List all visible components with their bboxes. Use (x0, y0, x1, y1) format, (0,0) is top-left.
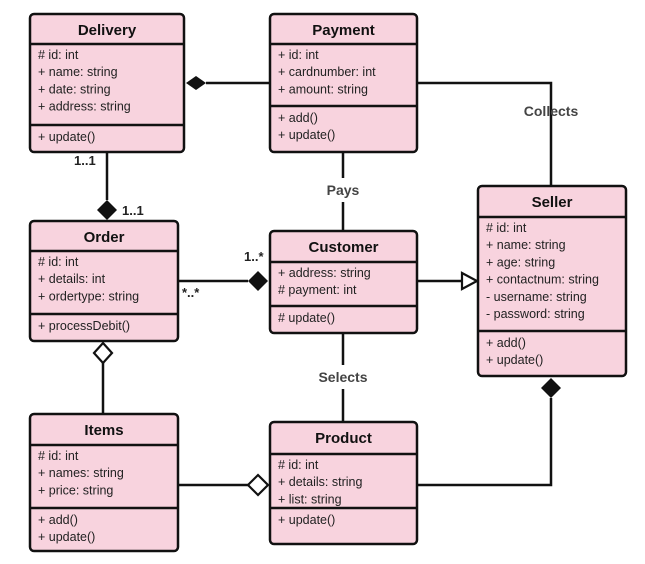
class-attribute: + cardnumber: int (278, 65, 376, 79)
generalization-triangle-icon (460, 271, 480, 291)
class-boxes: Delivery # id: int + name: string + date: s… (28, 12, 628, 553)
class-name: Order (84, 229, 125, 246)
payment-seller-line (417, 81, 553, 186)
class-attribute: # payment: int (278, 283, 357, 297)
product-seller-line (417, 398, 553, 487)
class-attribute: - username: string (486, 290, 587, 304)
class-method: + add() (486, 336, 526, 350)
class-attribute: + price: string (38, 483, 113, 497)
class-payment[interactable]: Payment + id: int + cardnumber: int + amoun… (268, 12, 419, 154)
class-attribute: + details: string (278, 475, 362, 489)
class-attribute: + names: string (38, 466, 124, 480)
class-order[interactable]: Order # id: int + details: int + ordertype:… (28, 219, 180, 343)
class-product[interactable]: Product # id: int + details: string + list:… (268, 420, 419, 546)
class-attribute: + address: string (38, 100, 131, 114)
class-name: Payment (312, 22, 375, 39)
composition-diamond-icon (541, 378, 561, 398)
composition-diamond-icon (97, 200, 117, 220)
uml-class-diagram: Collects Pays Selects 1..1 1..1 *..* 1..… (28, 12, 628, 553)
label-collects: Collects (524, 103, 579, 119)
class-attribute: + address: string (278, 266, 371, 280)
class-seller[interactable]: Seller # id: int + name: string + age: stri… (476, 184, 628, 378)
class-delivery[interactable]: Delivery # id: int + name: string + date: s… (28, 12, 186, 154)
class-method: + processDebit() (38, 319, 130, 333)
class-attribute: # id: int (486, 221, 527, 235)
class-name: Delivery (78, 22, 137, 39)
class-attribute: + amount: string (278, 82, 368, 96)
multiplicity-order: 1..1 (122, 203, 144, 218)
class-name: Customer (308, 239, 378, 256)
aggregation-diamond-icon (92, 341, 114, 365)
class-method: # update() (278, 311, 335, 325)
class-method: + update() (486, 353, 543, 367)
class-attribute: + details: int (38, 272, 106, 286)
class-attribute: + id: int (278, 48, 319, 62)
class-method: + add() (38, 513, 78, 527)
aggregation-diamond-icon (246, 473, 270, 497)
class-attribute: # id: int (38, 48, 79, 62)
class-attribute: + age: string (486, 255, 555, 269)
class-method: + add() (278, 111, 318, 125)
composition-diamond-icon (248, 271, 268, 291)
multiplicity-delivery: 1..1 (74, 153, 96, 168)
class-name: Seller (532, 194, 573, 211)
class-method: + update() (38, 130, 95, 144)
class-attribute: + date: string (38, 82, 111, 96)
class-attribute: - password: string (486, 307, 585, 321)
class-attribute: # id: int (38, 449, 79, 463)
composition-diamond-icon (186, 76, 206, 90)
multiplicity-order-customer: *..* (182, 285, 200, 300)
class-attribute: # id: int (38, 255, 79, 269)
class-method: + update() (38, 530, 95, 544)
class-method: + update() (278, 128, 335, 142)
class-attribute: + name: string (38, 65, 118, 79)
class-attribute: + list: string (278, 492, 342, 506)
label-pays: Pays (327, 182, 360, 198)
class-name: Product (315, 430, 372, 447)
class-attribute: + contactnum: string (486, 273, 599, 287)
class-attribute: + ordertype: string (38, 289, 139, 303)
class-method: + update() (278, 513, 335, 527)
class-attribute: # id: int (278, 458, 319, 472)
class-customer[interactable]: Customer + address: string # payment: int #… (268, 229, 419, 335)
label-selects: Selects (318, 369, 367, 385)
class-items[interactable]: Items # id: int + names: string + price: st… (28, 412, 180, 553)
class-name: Items (84, 422, 123, 439)
multiplicity-customer: 1..* (244, 249, 264, 264)
class-attribute: + name: string (486, 238, 566, 252)
